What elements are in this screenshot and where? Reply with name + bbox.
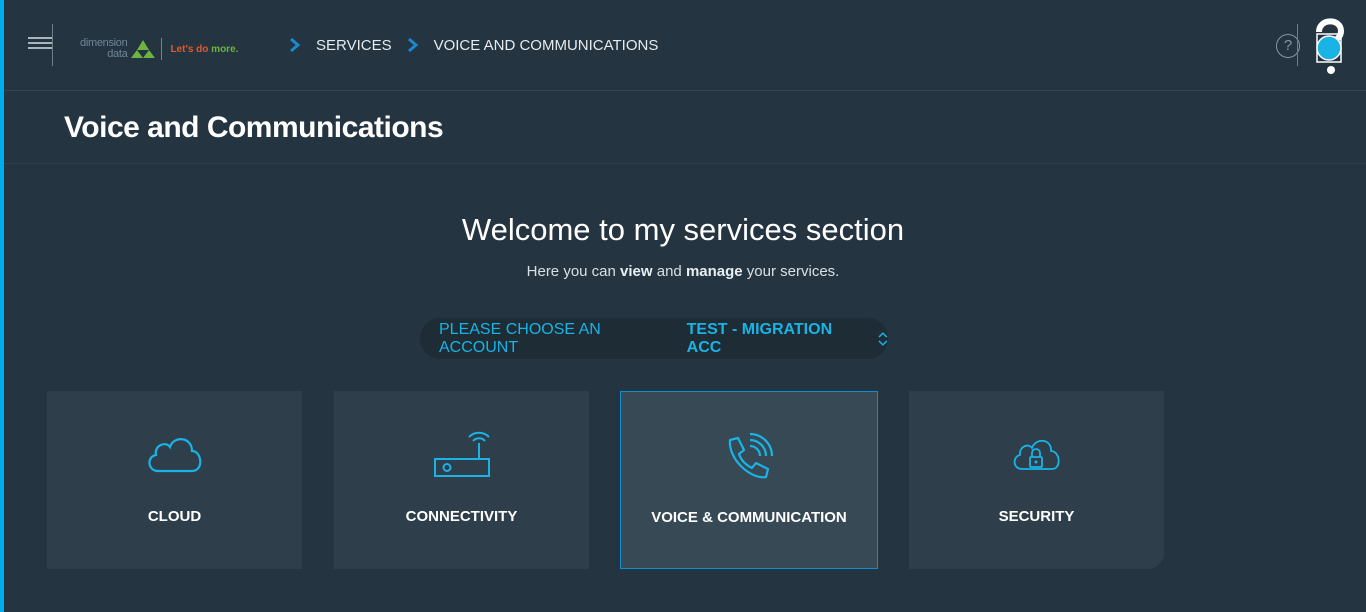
service-card-voice-communication[interactable]: VOICE & COMMUNICATION <box>620 391 878 569</box>
hamburger-menu-icon[interactable] <box>28 34 52 58</box>
cloud-lock-icon <box>1013 439 1060 470</box>
user-avatar-icon[interactable] <box>1310 12 1346 78</box>
breadcrumb-item-voice-and-communications[interactable]: VOICE AND COMMUNICATIONS <box>434 37 659 54</box>
phone-call-icon <box>728 432 774 479</box>
top-bar: dimension data Let's do more. SERVICES V… <box>4 0 1366 91</box>
account-select-value: TEST - MIGRATION ACC <box>686 320 833 356</box>
service-card-security[interactable]: SECURITY <box>909 391 1164 569</box>
card-label: CLOUD <box>147 508 202 525</box>
page-header: Voice and Communications <box>4 91 1366 164</box>
chevron-right-icon <box>290 38 301 52</box>
company-logo[interactable]: dimension data Let's do more. <box>80 36 238 62</box>
chevron-up-down-icon <box>878 331 888 346</box>
cloud-icon <box>147 438 201 473</box>
logo-wordmark: dimension data <box>80 37 128 60</box>
card-label: SECURITY <box>998 508 1075 525</box>
chevron-right-icon <box>407 38 418 52</box>
account-select[interactable]: PLEASE CHOOSE AN ACCOUNT TEST - MIGRATIO… <box>420 318 888 359</box>
breadcrumb: SERVICES VOICE AND COMMUNICATIONS <box>288 36 672 54</box>
breadcrumb-item-services[interactable]: SERVICES <box>316 37 392 54</box>
header-divider <box>1297 24 1298 66</box>
card-label: CONNECTIVITY <box>405 508 518 525</box>
card-label: VOICE & COMMUNICATION <box>651 509 847 526</box>
welcome-subtitle: Here you can view and manage your servic… <box>526 263 840 280</box>
welcome-title: Welcome to my services section <box>461 212 905 247</box>
logo-tagline: Let's do more. <box>170 43 239 55</box>
router-icon <box>433 431 490 477</box>
page-title: Voice and Communications <box>64 111 444 144</box>
account-select-label: PLEASE CHOOSE AN ACCOUNT <box>439 320 601 356</box>
header-divider <box>52 24 53 66</box>
logo-triangles-icon <box>131 40 156 58</box>
service-card-connectivity[interactable]: CONNECTIVITY <box>334 391 589 569</box>
service-card-cloud[interactable]: CLOUD <box>47 391 302 569</box>
